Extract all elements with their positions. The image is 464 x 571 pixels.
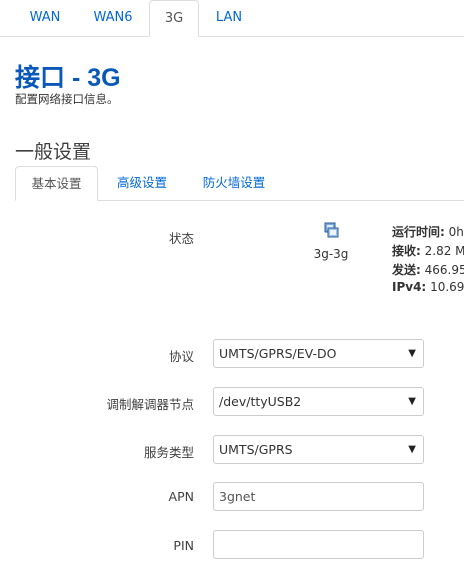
dropdown-arrow-icon: ▼ (408, 444, 416, 455)
service-type-label: 服务类型 (143, 445, 194, 460)
modem-device-value: /dev/ttyUSB2 (219, 394, 302, 409)
apn-label: APN (168, 489, 194, 504)
ipv4-stat: IPv4: 10.69. (392, 280, 464, 294)
protocol-select[interactable]: UMTS/GPRS/EV-DO ▼ (213, 339, 424, 368)
tab-wan6[interactable]: WAN6 (82, 0, 144, 36)
pin-label: PIN (173, 538, 194, 553)
subtab-basic-settings[interactable]: 基本设置 (15, 166, 98, 201)
tab-lan[interactable]: LAN (205, 0, 253, 36)
dropdown-arrow-icon: ▼ (408, 396, 416, 407)
subtab-advanced-settings[interactable]: 高级设置 (103, 166, 181, 201)
modem-device-select[interactable]: /dev/ttyUSB2 ▼ (213, 387, 424, 416)
interface-name: 3g-3g (313, 247, 349, 261)
ipv4-value: 10.69. (430, 280, 464, 294)
modem-device-label: 调制解调器节点 (106, 397, 194, 412)
uptime-label: 运行时间: (392, 225, 445, 239)
tab-3g[interactable]: 3G (149, 0, 199, 37)
tx-stat: 发送: 466.95 (392, 261, 464, 278)
tab-wan[interactable]: WAN (14, 0, 76, 36)
tx-value: 466.95 (424, 263, 464, 277)
page-description: 配置网络接口信息。 (15, 92, 119, 106)
network-interface-icon (324, 222, 339, 238)
tx-label: 发送: (392, 263, 421, 277)
protocol-label: 协议 (168, 349, 194, 364)
subtab-firewall-settings[interactable]: 防火墙设置 (188, 166, 280, 201)
page-title: 接口 - 3G (15, 64, 121, 92)
uptime-value: 0h (448, 225, 464, 239)
top-tab-bar: WAN WAN6 3G LAN (0, 0, 464, 37)
protocol-value: UMTS/GPRS/EV-DO (219, 346, 337, 361)
apn-input[interactable]: 3gnet (213, 482, 424, 511)
ipv4-label: IPv4: (392, 280, 427, 294)
tab-divider (0, 36, 464, 37)
service-type-value: UMTS/GPRS (219, 442, 293, 457)
dropdown-arrow-icon: ▼ (408, 348, 416, 359)
status-label: 状态 (168, 231, 194, 246)
rx-label: 接收: (392, 244, 421, 258)
rx-value: 2.82 M (424, 244, 464, 258)
section-title: 一般设置 (15, 141, 92, 163)
rx-stat: 接收: 2.82 M (392, 242, 464, 259)
service-type-select[interactable]: UMTS/GPRS ▼ (213, 435, 424, 464)
pin-input[interactable] (213, 530, 424, 559)
uptime-stat: 运行时间: 0h (392, 223, 464, 240)
